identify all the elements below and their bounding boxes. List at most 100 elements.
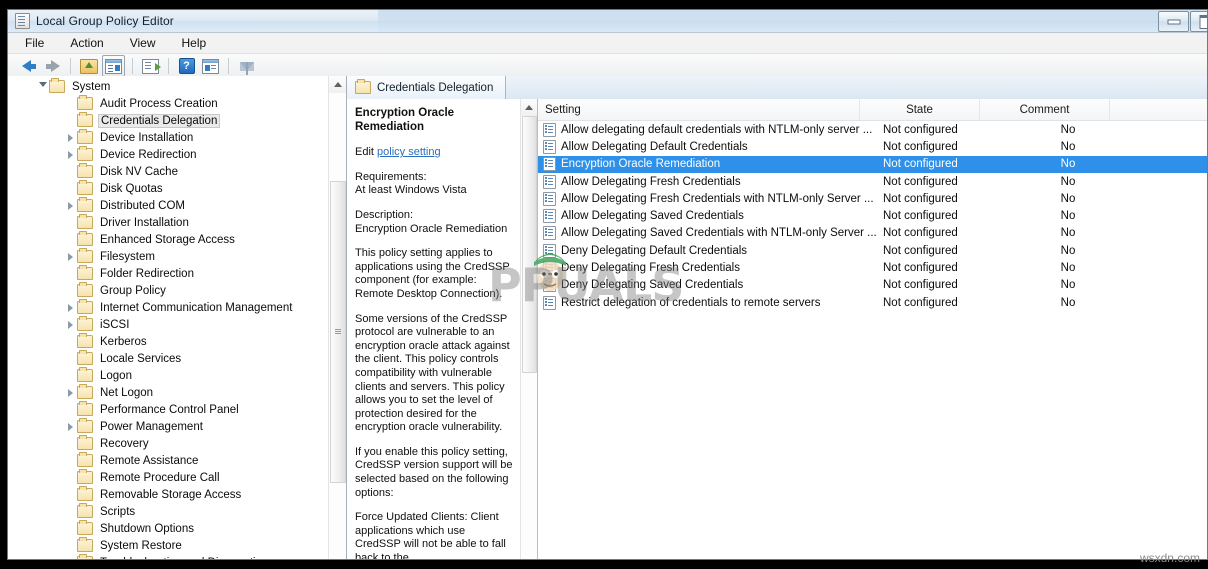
tree-item-label: Removable Storage Access (100, 488, 242, 501)
tree-item-device-installation[interactable]: Device Installation (8, 129, 329, 146)
folder-icon (49, 78, 65, 93)
tree-item-recovery[interactable]: Recovery (8, 435, 329, 452)
detail-vertical-scrollbar[interactable] (520, 99, 537, 559)
folder-icon (77, 316, 93, 331)
back-button[interactable] (18, 56, 39, 76)
tree-item-filesystem[interactable]: Filesystem (8, 248, 329, 265)
tree-item-system[interactable]: System (8, 78, 329, 95)
tree-item-net-logon[interactable]: Net Logon (8, 384, 329, 401)
table-row[interactable]: Allow Delegating Fresh Credentials Not co… (538, 173, 1207, 190)
policy-setting-link[interactable]: policy setting (377, 146, 441, 158)
table-row[interactable]: Allow Delegating Default Credentials Not … (538, 138, 1207, 155)
tree-vertical-scrollbar[interactable] (328, 76, 346, 559)
policy-setting-icon (543, 209, 556, 224)
requirements-label: Requirements: (355, 170, 427, 183)
policy-list-body[interactable]: Allow delegating default credentials wit… (538, 121, 1207, 311)
column-setting[interactable]: Setting (538, 99, 860, 120)
chevron-right-icon[interactable] (64, 146, 77, 163)
tree-item-removable-storage-access[interactable]: Removable Storage Access (8, 486, 329, 503)
menu-help[interactable]: Help (179, 35, 210, 51)
tree-item-label: Logon (100, 369, 132, 382)
tree-item-remote-procedure-call[interactable]: Remote Procedure Call (8, 469, 329, 486)
chevron-right-icon[interactable] (64, 554, 77, 559)
tree-item-audit-process-creation[interactable]: Audit Process Creation (8, 95, 329, 112)
tree-item-internet-communication-management[interactable]: Internet Communication Management (8, 299, 329, 316)
tree-item-system-restore[interactable]: System Restore (8, 537, 329, 554)
tree-item-remote-assistance[interactable]: Remote Assistance (8, 452, 329, 469)
description-label: Description: (355, 208, 414, 221)
tree-item-distributed-com[interactable]: Distributed COM (8, 197, 329, 214)
folder-icon (77, 180, 93, 195)
scroll-up-button[interactable] (329, 76, 346, 93)
tree-item-group-policy[interactable]: Group Policy (8, 282, 329, 299)
table-row[interactable]: Encryption Oracle Remediation Not configu… (538, 155, 1207, 173)
chevron-right-icon[interactable] (64, 316, 77, 333)
table-row[interactable]: Deny Delegating Saved Credentials Not con… (538, 277, 1207, 294)
tree-item-disk-nv-cache[interactable]: Disk NV Cache (8, 163, 329, 180)
tree-item-performance-control-panel[interactable]: Performance Control Panel (8, 401, 329, 418)
scrollbar-thumb[interactable] (330, 181, 346, 483)
tree-item-troubleshooting-and-diagnostics[interactable]: Troubleshooting and Diagnostics (8, 554, 329, 559)
table-row[interactable]: Deny Delegating Default Credentials Not c… (538, 242, 1207, 259)
chevron-right-icon[interactable] (64, 384, 77, 401)
cell-state: Not configured (883, 279, 958, 292)
tree-item-scripts[interactable]: Scripts (8, 503, 329, 520)
tree-item-driver-installation[interactable]: Driver Installation (8, 214, 329, 231)
menu-view[interactable]: View (127, 35, 159, 51)
show-hide-console-tree-button[interactable] (102, 55, 125, 77)
tree-item-folder-redirection[interactable]: Folder Redirection (8, 265, 329, 282)
menu-action[interactable]: Action (67, 35, 106, 51)
chevron-right-icon[interactable] (64, 197, 77, 214)
properties-button[interactable] (200, 56, 221, 76)
column-comment[interactable]: Comment (980, 99, 1110, 120)
tree-item-power-management[interactable]: Power Management (8, 418, 329, 435)
tree-item-iscsi[interactable]: iSCSI (8, 316, 329, 333)
detail-scroll-up-button[interactable] (521, 99, 537, 116)
filter-button[interactable] (236, 56, 257, 76)
table-row[interactable]: Restrict delegation of credentials to re… (538, 294, 1207, 311)
export-icon (142, 58, 161, 74)
up-one-level-button[interactable] (78, 56, 99, 76)
folder-icon (77, 129, 93, 144)
folder-icon (77, 537, 93, 552)
chevron-right-icon[interactable] (64, 299, 77, 316)
requirements-value: At least Windows Vista (355, 184, 467, 197)
tree-item-kerberos[interactable]: Kerberos (8, 333, 329, 350)
tree-item-device-redirection[interactable]: Device Redirection (8, 146, 329, 163)
tree-item-label: Kerberos (100, 335, 147, 348)
export-list-button[interactable] (140, 56, 161, 76)
maximize-button[interactable] (1190, 11, 1207, 32)
tree-item-label: Audit Process Creation (100, 97, 218, 110)
filter-icon (239, 61, 254, 75)
cell-comment: No (1060, 175, 1076, 188)
table-row[interactable]: Allow Delegating Fresh Credentials with … (538, 190, 1207, 207)
table-row[interactable]: Deny Delegating Fresh Credentials Not con… (538, 259, 1207, 276)
menu-file[interactable]: File (22, 35, 47, 51)
tree-item-logon[interactable]: Logon (8, 367, 329, 384)
tree-item-locale-services[interactable]: Locale Services (8, 350, 329, 367)
tree-item-enhanced-storage-access[interactable]: Enhanced Storage Access (8, 231, 329, 248)
chevron-right-icon[interactable] (64, 129, 77, 146)
table-row[interactable]: Allow delegating default credentials wit… (538, 121, 1207, 138)
column-state[interactable]: State (860, 99, 980, 120)
tab-credentials-delegation[interactable]: Credentials Delegation (347, 76, 507, 100)
description-block: Description: Encryption Oracle Remediati… (355, 209, 513, 236)
chevron-down-icon[interactable] (36, 78, 49, 95)
tree-item-label: Disk Quotas (100, 182, 163, 195)
folder-icon (77, 231, 93, 246)
minimize-button[interactable] (1158, 11, 1189, 32)
detail-scrollbar-thumb[interactable] (522, 116, 537, 373)
table-row[interactable]: Allow Delegating Saved Credentials Not co… (538, 207, 1207, 224)
help-button[interactable]: ? (176, 56, 197, 76)
table-row[interactable]: Allow Delegating Saved Credentials with … (538, 225, 1207, 242)
chevron-right-icon[interactable] (64, 418, 77, 435)
tree-item-shutdown-options[interactable]: Shutdown Options (8, 520, 329, 537)
tree-item-credentials-delegation[interactable]: Credentials Delegation (8, 112, 329, 129)
chevron-right-icon[interactable] (64, 248, 77, 265)
forward-button[interactable] (42, 56, 63, 76)
console-tree[interactable]: System Audit Process Creation Credentials … (8, 76, 329, 559)
cell-comment: No (1060, 262, 1076, 275)
tree-item-disk-quotas[interactable]: Disk Quotas (8, 180, 329, 197)
